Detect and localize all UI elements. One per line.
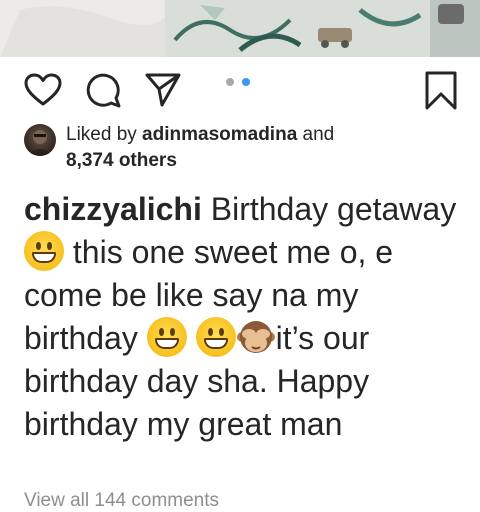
liker-username[interactable]: adinmasomadina xyxy=(142,124,297,145)
likes-row[interactable]: Liked by adinmasomadina and 8,374 others xyxy=(24,122,464,172)
grinning-face-emoji-icon xyxy=(24,231,64,271)
post-action-bar xyxy=(0,57,480,121)
view-all-comments-link[interactable]: View all 144 comments xyxy=(24,490,219,512)
likes-prefix: Liked by xyxy=(66,124,143,145)
post-caption: chizzyalichi Birthday getaway this one s… xyxy=(24,188,464,446)
caption-text-1: Birthday getaway xyxy=(201,191,457,227)
comment-bubble-icon[interactable] xyxy=(84,71,122,109)
likes-conjunction: and xyxy=(297,124,335,145)
carousel-dot-1 xyxy=(226,78,234,86)
see-no-evil-monkey-emoji-icon xyxy=(236,317,276,357)
caption-username[interactable]: chizzyalichi xyxy=(24,191,202,227)
carousel-dot-2 xyxy=(242,78,250,86)
bookmark-icon[interactable] xyxy=(424,71,458,111)
heart-icon[interactable] xyxy=(24,73,62,107)
likes-others-count[interactable]: 8,374 others xyxy=(66,150,177,171)
paper-plane-icon[interactable] xyxy=(144,71,182,109)
grinning-face-emoji-icon xyxy=(195,317,236,357)
grinning-face-emoji-icon xyxy=(146,317,187,357)
likes-summary: Liked by adinmasomadina and 8,374 others xyxy=(66,122,466,174)
liker-avatar[interactable] xyxy=(24,124,56,156)
post-photo[interactable] xyxy=(0,0,480,57)
